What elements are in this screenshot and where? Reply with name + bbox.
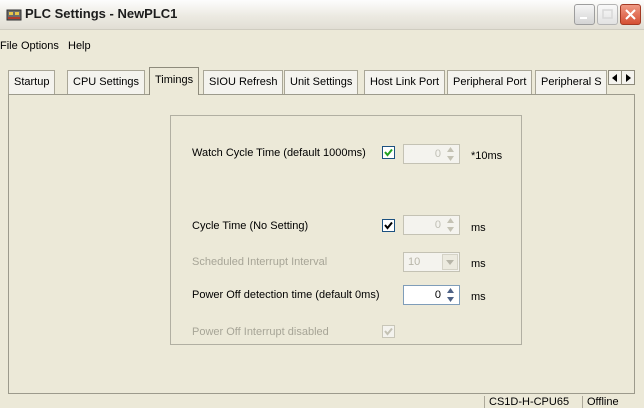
spin-up-icon: [447, 147, 454, 152]
cycle-time-label: Cycle Time (No Setting): [192, 220, 309, 232]
spin-up-icon: [447, 288, 454, 293]
arrow-right-icon: [626, 74, 631, 82]
power-off-detection-label: Power Off detection time (default 0ms): [192, 289, 380, 301]
connection-status: Offline: [582, 396, 644, 408]
scheduled-interrupt-label: Scheduled Interrupt Interval: [192, 256, 328, 268]
tab-startup[interactable]: Startup: [8, 70, 56, 94]
close-button[interactable]: [620, 4, 641, 25]
scheduled-interrupt-dropdown-button[interactable]: [442, 254, 458, 270]
arrow-left-icon: [612, 74, 617, 82]
tab-unit-settings[interactable]: Unit Settings: [284, 70, 359, 94]
watch-cycle-label: Watch Cycle Time (default 1000ms): [192, 147, 366, 159]
cycle-time-value: 0: [434, 219, 441, 231]
scheduled-interrupt-select[interactable]: 10: [403, 252, 460, 272]
plc-model-status: CS1D-H-CPU65: [484, 396, 582, 408]
cycle-time-spinner[interactable]: 0: [403, 215, 460, 235]
tab-scroll-left-button[interactable]: [608, 70, 622, 85]
plc-settings-window: PLC Settings - NewPLC1 File Options Help…: [0, 0, 644, 408]
tab-timings[interactable]: Timings: [149, 67, 200, 95]
scheduled-interrupt-unit: ms: [471, 258, 486, 270]
cycle-time-checkbox[interactable]: [382, 219, 395, 232]
tab-siou-refresh[interactable]: SIOU Refresh: [203, 70, 284, 94]
title-bar[interactable]: PLC Settings - NewPLC1: [0, 0, 644, 30]
settings-tabs: Startup CPU Settings Timings SIOU Refres…: [8, 67, 636, 95]
cycle-time-up-button[interactable]: [443, 218, 458, 226]
watch-cycle-up-button[interactable]: [443, 147, 458, 155]
watch-cycle-checkbox[interactable]: [382, 146, 395, 159]
spin-down-icon: [447, 156, 454, 161]
status-bar: CS1D-H-CPU65 Offline: [0, 396, 644, 408]
power-off-down-button[interactable]: [443, 297, 458, 305]
watch-cycle-value: 0: [434, 148, 441, 160]
cycle-time-down-button[interactable]: [443, 227, 458, 235]
checkmark-icon: [384, 221, 393, 230]
checkmark-icon: [384, 148, 393, 157]
scheduled-interrupt-value: 10: [408, 256, 421, 268]
power-off-detection-unit: ms: [471, 291, 486, 303]
maximize-icon: [602, 9, 613, 19]
watch-cycle-spinner[interactable]: 0: [403, 144, 460, 164]
maximize-button[interactable]: [597, 4, 618, 25]
tab-peripheral-port[interactable]: Peripheral Port: [447, 70, 533, 94]
power-off-interrupt-checkbox[interactable]: [382, 325, 395, 338]
spin-down-icon: [447, 297, 454, 302]
menu-options[interactable]: Options: [21, 40, 59, 52]
chevron-down-icon: [446, 260, 454, 265]
checkmark-icon: [384, 327, 393, 336]
tab-cpu-settings[interactable]: CPU Settings: [67, 70, 146, 94]
watch-cycle-down-button[interactable]: [443, 156, 458, 164]
minimize-icon: [580, 17, 587, 19]
minimize-button[interactable]: [574, 4, 595, 25]
watch-cycle-unit: *10ms: [471, 150, 503, 162]
power-off-detection-value: 0: [434, 289, 441, 301]
close-icon: [625, 9, 636, 20]
plc-app-icon[interactable]: [6, 7, 22, 23]
window-title: PLC Settings - NewPLC1: [25, 6, 178, 21]
menu-file[interactable]: File: [0, 40, 18, 52]
tab-host-link-port[interactable]: Host Link Port: [364, 70, 446, 94]
menu-help[interactable]: Help: [68, 40, 91, 52]
power-off-up-button[interactable]: [443, 288, 458, 296]
cycle-time-unit: ms: [471, 222, 486, 234]
tab-scroll-right-button[interactable]: [621, 70, 635, 85]
power-off-detection-spinner[interactable]: 0: [403, 285, 460, 305]
tab-peripheral-serial[interactable]: Peripheral S: [535, 70, 607, 94]
power-off-interrupt-label: Power Off Interrupt disabled: [192, 326, 329, 338]
spin-up-icon: [447, 218, 454, 223]
spin-down-icon: [447, 227, 454, 232]
